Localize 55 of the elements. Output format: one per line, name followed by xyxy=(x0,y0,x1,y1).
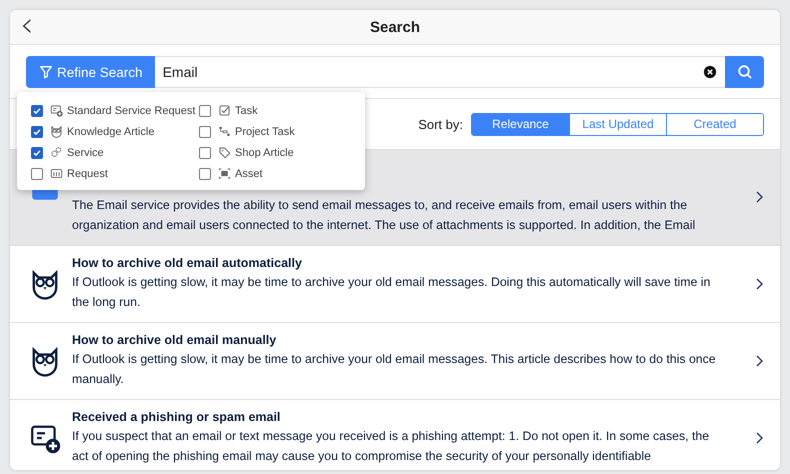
result-description: The Email service provides the ability to send email messages to, and receive emails from, email users within the organization and email users connected to the internet. The use of attachments is supported. In addition, the Email xyxy=(72,197,696,234)
result-description: If Outlook is getting slow, it may be time to archive your old email messages. Doing this automatically will save time in the long run. xyxy=(72,274,712,311)
sort-option-tab[interactable]: Created xyxy=(666,114,763,134)
checkbox[interactable] xyxy=(199,126,211,138)
filter-label: Task xyxy=(235,104,258,116)
checkbox[interactable] xyxy=(199,168,211,180)
result-title: How to archive old email automatically xyxy=(72,256,303,270)
result-description: If you suspect that an email or text message you received is a phishing attempt: 1. Do not open it. In some cases, the act of opening the phishing email may cause you to compromise the security of your personally identifiable xyxy=(72,428,710,465)
filter-option[interactable]: Project Task xyxy=(199,121,349,142)
filter-label: Standard Service Request xyxy=(67,104,196,116)
clear-icon[interactable] xyxy=(703,65,717,79)
chevron-right-icon xyxy=(754,430,764,446)
owl-icon xyxy=(50,125,63,138)
result-title: Received a phishing or spam email xyxy=(72,410,282,424)
result-description: If Outlook is getting slow, it may be time to archive your old email messages. This article describes how to do this once manually. xyxy=(72,351,717,388)
filter-label: Service xyxy=(67,146,104,158)
checkbox[interactable] xyxy=(199,146,211,158)
search-input[interactable]: Email xyxy=(154,64,703,80)
filter-option[interactable]: Asset xyxy=(199,163,349,184)
filter-label: Shop Article xyxy=(235,146,294,158)
result-row[interactable]: How to archive old email manually If Outlook is getting slow, it may be time to archive your old email messages. This article describes how to do this once manually. xyxy=(10,322,780,399)
tag-icon xyxy=(218,146,231,159)
register-icon xyxy=(50,167,63,180)
checked-box-icon xyxy=(218,104,231,117)
filter-option[interactable]: Task xyxy=(199,100,349,121)
checkbox[interactable] xyxy=(31,104,43,116)
filter-label: Project Task xyxy=(235,126,295,138)
filter-option[interactable]: Standard Service Request xyxy=(31,100,199,121)
filter-option[interactable]: Request xyxy=(31,163,199,184)
chevron-right-icon xyxy=(754,353,764,369)
filter-option[interactable]: Shop Article xyxy=(199,142,349,163)
sort-label: Sort by: xyxy=(418,116,463,132)
window-title: Search xyxy=(370,18,420,36)
checkbox[interactable] xyxy=(31,146,43,158)
filter-option[interactable]: Service xyxy=(31,142,199,163)
chevron-right-icon xyxy=(754,189,764,205)
filter-label: Request xyxy=(67,168,108,180)
checkbox[interactable] xyxy=(31,126,43,138)
card-icon xyxy=(50,104,63,117)
refine-search-button[interactable]: Refine Search xyxy=(26,56,155,88)
sort-option-tab[interactable]: Relevance xyxy=(472,114,569,134)
filter-icon xyxy=(39,65,53,79)
result-title: How to archive old email manually xyxy=(72,333,278,347)
result-row[interactable]: How to archive old email automatically If Outlook is getting slow, it may be time to archive your old email messages. Doing this automatically will save time in the long run. xyxy=(10,245,780,322)
filter-option[interactable]: Knowledge Article xyxy=(31,121,199,142)
checkbox[interactable] xyxy=(31,168,43,180)
search-button[interactable] xyxy=(725,56,764,88)
back-button[interactable]: ‹ xyxy=(10,10,42,44)
filter-label: Knowledge Article xyxy=(67,126,154,138)
filter-label: Asset xyxy=(235,168,263,180)
checkbox[interactable] xyxy=(199,104,211,116)
search-icon xyxy=(736,64,752,80)
hierarchy-icon xyxy=(218,125,231,138)
chevron-right-icon xyxy=(754,276,764,292)
barcode-frame-icon xyxy=(218,167,231,180)
